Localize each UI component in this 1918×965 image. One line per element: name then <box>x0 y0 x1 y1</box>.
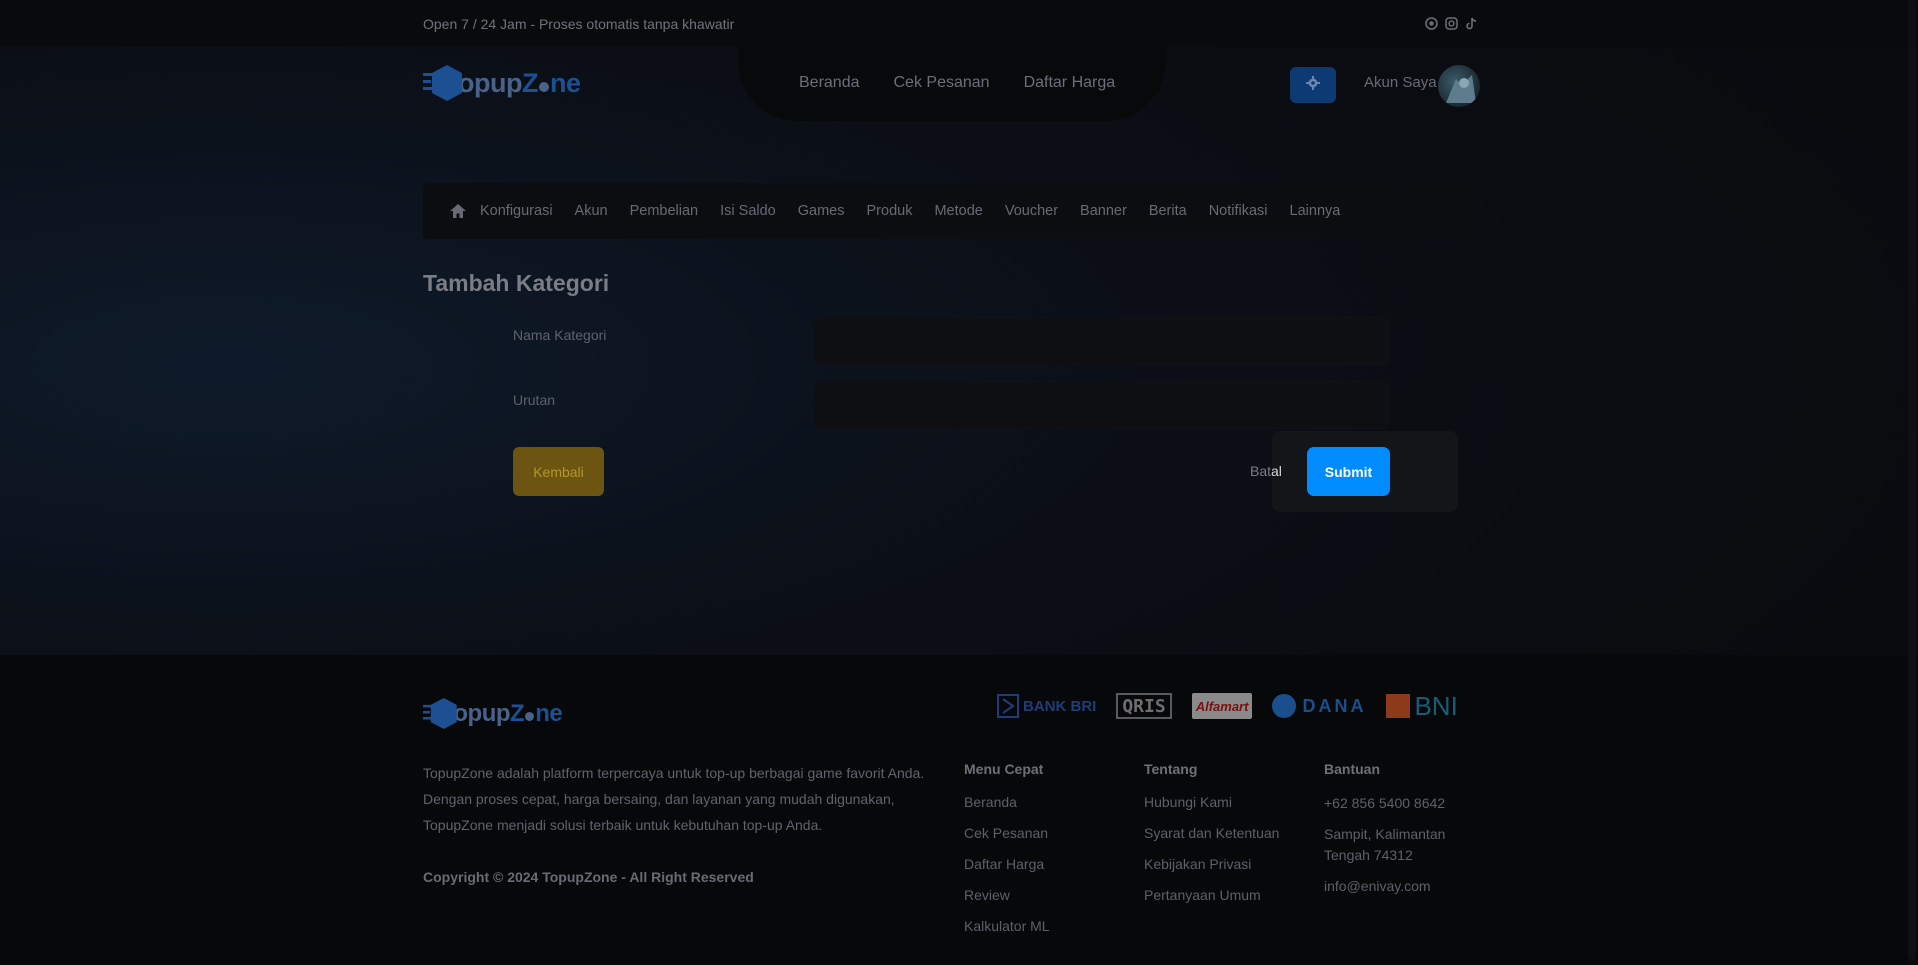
footer-link-cek-pesanan[interactable]: Cek Pesanan <box>964 824 1050 842</box>
top-bar: Open 7 / 24 Jam - Proses otomatis tanpa … <box>0 0 1918 47</box>
page-title: Tambah Kategori <box>423 270 610 296</box>
nama-kategori-input[interactable] <box>813 317 1389 365</box>
footer-heading-menu-cepat: Menu Cepat <box>964 761 1044 777</box>
gear-icon <box>1306 75 1320 95</box>
footer-link-hubungi-kami[interactable]: Hubungi Kami <box>1144 793 1279 811</box>
urutan-label: Urutan <box>513 392 556 408</box>
scrollbar[interactable] <box>1908 0 1916 965</box>
footer-tentang: Tentang Hubungi Kami Syarat dan Ketentua… <box>1144 761 1279 917</box>
footer-description: TopupZone adalah platform terpercaya unt… <box>423 765 925 833</box>
avatar[interactable] <box>1438 65 1480 107</box>
bank-bri-logo: BANK BRI <box>997 693 1096 719</box>
payment-logos: BANK BRI QRIS Alfamart DANA BNI <box>997 691 1458 721</box>
settings-button[interactable] <box>1290 67 1336 103</box>
copyright: Copyright © 2024 TopupZone - All Right R… <box>423 869 754 885</box>
urutan-input[interactable] <box>813 381 1389 429</box>
admin-nav-produk[interactable]: Produk <box>867 203 913 219</box>
nav-cek-pesanan[interactable]: Cek Pesanan <box>894 74 990 92</box>
tiktok-icon[interactable] <box>1465 17 1478 30</box>
social-links <box>1425 17 1478 30</box>
footer <box>0 655 1918 965</box>
admin-nav-pembelian[interactable]: Pembelian <box>630 203 699 219</box>
alfamart-logo: Alfamart <box>1191 693 1253 719</box>
home-icon[interactable] <box>450 204 466 218</box>
footer-phone[interactable]: +62 856 5400 8642 <box>1324 793 1464 814</box>
dana-logo: DANA <box>1272 693 1366 719</box>
qris-logo: QRIS <box>1116 693 1172 719</box>
instagram-icon[interactable] <box>1445 17 1458 30</box>
footer-heading-tentang: Tentang <box>1144 761 1198 777</box>
brand-logo[interactable]: TopupZ ne <box>423 64 581 102</box>
admin-nav-akun[interactable]: Akun <box>575 203 608 219</box>
admin-nav-banner[interactable]: Banner <box>1080 203 1127 219</box>
footer-link-syarat[interactable]: Syarat dan Ketentuan <box>1144 824 1279 842</box>
tagline: Open 7 / 24 Jam - Proses otomatis tanpa … <box>423 16 735 32</box>
back-button[interactable]: Kembali <box>513 447 604 496</box>
admin-nav-games[interactable]: Games <box>798 203 845 219</box>
footer-link-review[interactable]: Review <box>964 886 1050 904</box>
footer-link-kebijakan[interactable]: Kebijakan Privasi <box>1144 855 1279 873</box>
footer-address: Sampit, Kalimantan Tengah 74312 <box>1324 826 1446 863</box>
scrollbar-thumb[interactable] <box>1908 0 1916 960</box>
whatsapp-icon[interactable] <box>1425 17 1438 30</box>
nama-kategori-label: Nama Kategori <box>513 327 607 343</box>
admin-nav: Konfigurasi Akun Pembelian Isi Saldo Gam… <box>423 183 1477 239</box>
cancel-button[interactable]: Batal <box>1250 463 1282 479</box>
nav-daftar-harga[interactable]: Daftar Harga <box>1024 74 1116 92</box>
admin-nav-notifikasi[interactable]: Notifikasi <box>1209 203 1268 219</box>
admin-nav-metode[interactable]: Metode <box>934 203 982 219</box>
admin-nav-konfigurasi[interactable]: Konfigurasi <box>480 203 553 219</box>
account-link[interactable]: Akun Saya <box>1364 74 1437 91</box>
footer-link-pertanyaan[interactable]: Pertanyaan Umum <box>1144 886 1279 904</box>
footer-link-kalkulator-ml[interactable]: Kalkulator ML <box>964 917 1050 935</box>
logo-icon <box>423 697 461 730</box>
admin-nav-voucher[interactable]: Voucher <box>1005 203 1058 219</box>
footer-link-daftar-harga[interactable]: Daftar Harga <box>964 855 1050 873</box>
footer-email[interactable]: info@enivay.com <box>1324 876 1464 897</box>
logo-icon <box>423 64 467 102</box>
footer-link-beranda[interactable]: Beranda <box>964 793 1050 811</box>
admin-nav-lainnya[interactable]: Lainnya <box>1290 203 1341 219</box>
submit-button[interactable]: Submit <box>1307 447 1390 496</box>
main-nav: Beranda Cek Pesanan Daftar Harga <box>799 74 1115 92</box>
footer-logo[interactable]: TopupZ ne <box>423 697 563 730</box>
footer-heading-bantuan: Bantuan <box>1324 761 1380 777</box>
admin-nav-berita[interactable]: Berita <box>1149 203 1187 219</box>
bni-logo: BNI <box>1386 691 1458 721</box>
admin-nav-isi-saldo[interactable]: Isi Saldo <box>720 203 776 219</box>
nav-beranda[interactable]: Beranda <box>799 74 860 92</box>
footer-bantuan: Bantuan +62 856 5400 8642 Sampit, Kalima… <box>1324 761 1464 907</box>
footer-menu-cepat: Menu Cepat Beranda Cek Pesanan Daftar Ha… <box>964 761 1050 948</box>
